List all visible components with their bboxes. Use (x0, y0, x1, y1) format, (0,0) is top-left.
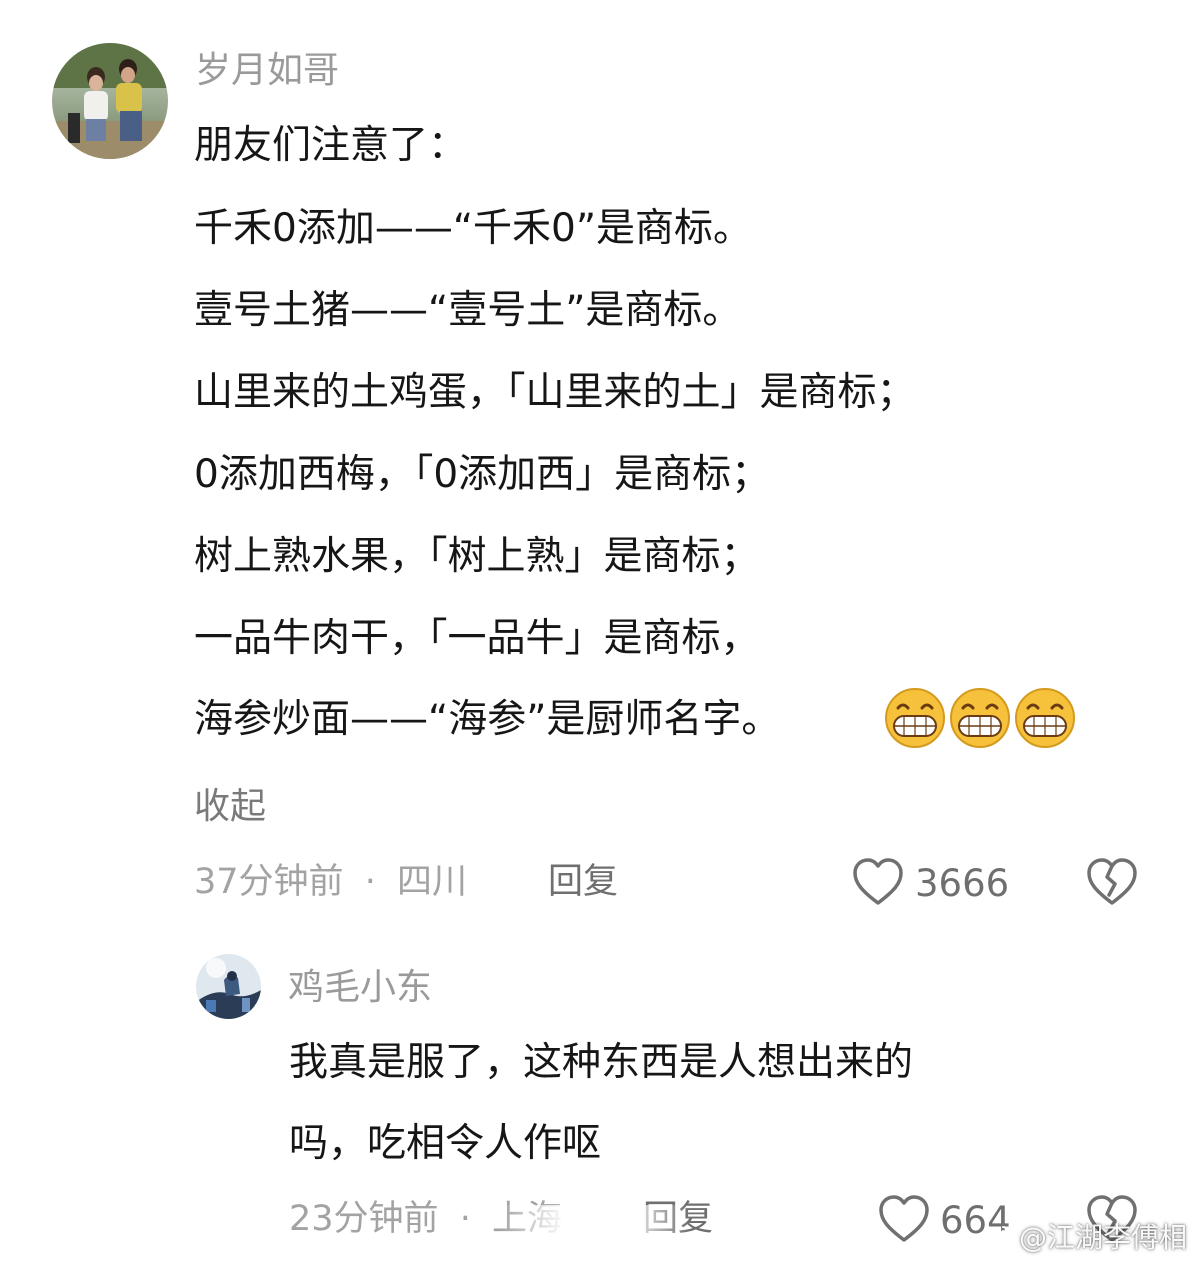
grinning-emoji-3 (1015, 688, 1075, 748)
comment-text-line: 0添加西梅，「0添加西」是商标； (194, 452, 771, 497)
grinning-emoji-2 (950, 688, 1010, 748)
meta-separator: · (459, 1199, 471, 1239)
heart-icon (879, 1195, 929, 1242)
meta-separator: · (364, 862, 376, 902)
dislike-button[interactable] (1086, 857, 1138, 907)
like-count: 3666 (915, 862, 1010, 905)
comment-text-line: 一品牛肉干，「一品牛」是商标， (194, 616, 760, 661)
comment-text-line: 我真是服了，这种东西是人想出来的 (289, 1040, 914, 1085)
comment-text-line: 壹号土猪——“壹号土”是商标。 (194, 288, 742, 333)
weibo-icon (983, 1226, 1011, 1248)
watermark-fade (500, 1205, 690, 1250)
comment-text-line: 朋友们注意了： (194, 123, 468, 168)
avatar[interactable] (196, 954, 261, 1019)
avatar-photo (196, 954, 261, 1019)
like-button[interactable] (878, 1194, 930, 1244)
broken-heart-icon (1087, 858, 1137, 905)
avatar-photo (52, 43, 168, 159)
comment-text-line-last: 海参炒面——“海参”是厨师名字。 (194, 700, 780, 739)
like-button[interactable] (852, 857, 904, 907)
comment-text: 海参炒面——“海参”是厨师名字。 (194, 697, 781, 742)
avatar[interactable] (52, 43, 168, 159)
comment-text-line: 山里来的土鸡蛋，「山里来的土」是商标； (194, 370, 916, 415)
emoji-group (884, 688, 1080, 748)
comment-meta: 37分钟前 · 四川 (194, 865, 467, 900)
timestamp: 37分钟前 (194, 862, 344, 902)
comment-text-line: 吗，吃相令人作呕 (289, 1121, 602, 1166)
location: 四川 (396, 862, 467, 902)
comment-text-line: 千禾0添加——“千禾0”是商标。 (194, 206, 753, 251)
timestamp: 23分钟前 (289, 1199, 439, 1239)
heart-icon (853, 858, 903, 905)
watermark-text: @江湖李傅相 (1018, 1221, 1187, 1254)
grinning-emoji-1 (885, 688, 945, 748)
reply-button[interactable]: 回复 (548, 865, 618, 900)
comment-text-line: 树上熟水果，「树上熟」是商标； (194, 534, 760, 579)
collapse-button[interactable]: 收起 (194, 789, 266, 825)
username[interactable]: 岁月如哥 (195, 53, 339, 89)
watermark: @江湖李傅相 (983, 1216, 1187, 1256)
username[interactable]: 鸡毛小东 (288, 970, 432, 1006)
grinning-emoji (885, 688, 1075, 748)
